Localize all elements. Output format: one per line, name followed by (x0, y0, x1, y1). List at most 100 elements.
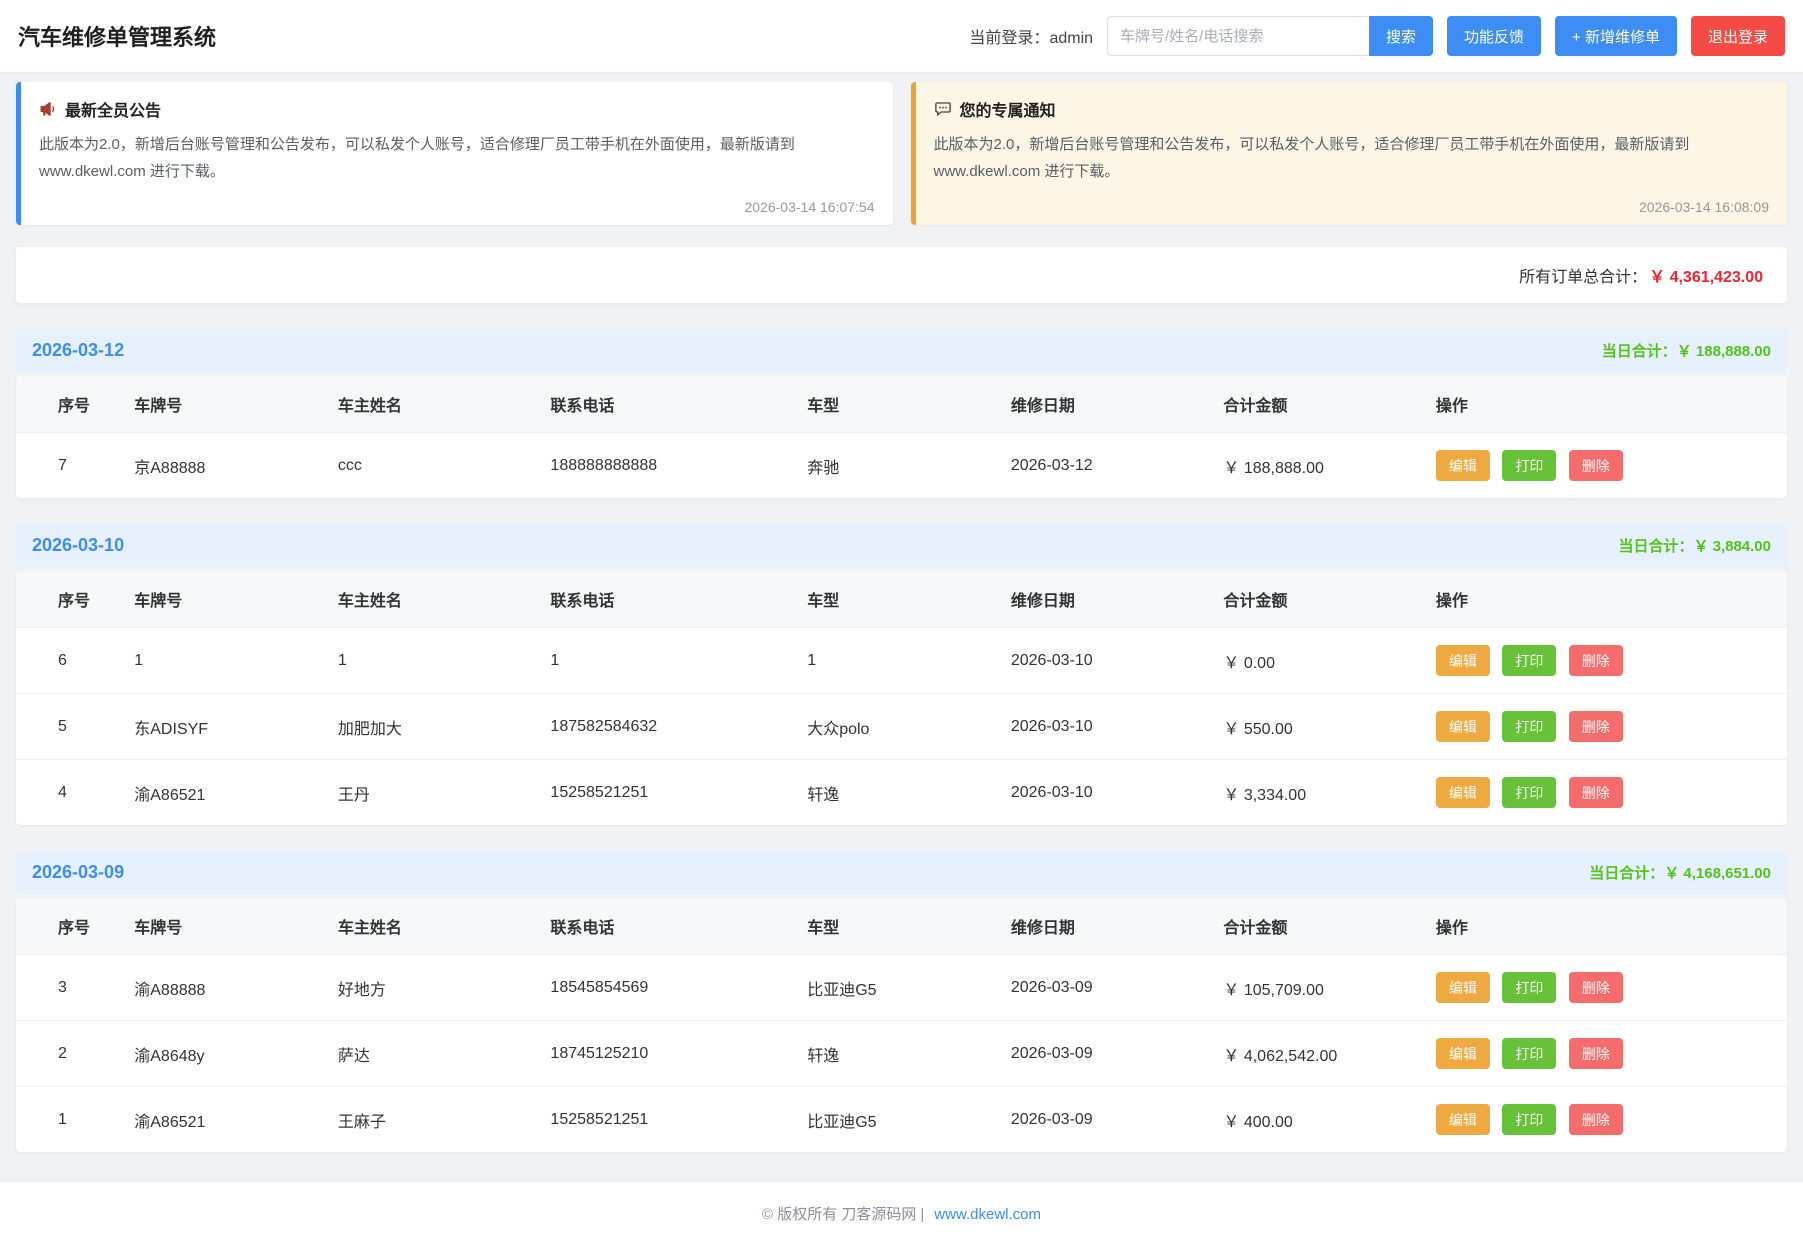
table-body: 3 渝A88888 好地方 18545854569 比亚迪G5 2026-03-… (16, 955, 1787, 1153)
orders-table-card: 序号车牌号车主姓名联系电话车型维修日期合计金额操作 3 渝A88888 好地方 … (16, 898, 1787, 1152)
print-button[interactable]: 打印 (1502, 711, 1556, 742)
column-header: 车牌号 (122, 898, 326, 955)
cell-actions: 编辑 打印 删除 (1424, 1087, 1787, 1153)
column-header: 车牌号 (122, 571, 326, 628)
public-announcement-card: 最新全员公告 此版本为2.0，新增后台账号管理和公告发布，可以私发个人账号，适合… (16, 82, 893, 225)
cell-owner: 1 (326, 628, 539, 694)
cell-amount: ￥ 188,888.00 (1211, 433, 1424, 499)
logout-button[interactable]: 退出登录 (1691, 16, 1785, 56)
edit-button[interactable]: 编辑 (1436, 1038, 1490, 1069)
print-button[interactable]: 打印 (1502, 1038, 1556, 1069)
edit-button[interactable]: 编辑 (1436, 972, 1490, 1003)
feedback-button[interactable]: 功能反馈 (1447, 16, 1541, 56)
cell-owner: 好地方 (326, 955, 539, 1021)
search-group: 搜索 (1107, 16, 1433, 56)
login-username: admin (1049, 30, 1093, 47)
cell-owner: 王麻子 (326, 1087, 539, 1153)
megaphone-icon (39, 100, 57, 118)
cell-model: 1 (795, 628, 999, 694)
delete-button[interactable]: 删除 (1569, 450, 1623, 481)
cell-owner: 王丹 (326, 760, 539, 826)
cell-actions: 编辑 打印 删除 (1424, 433, 1787, 499)
footer-separator: | (920, 1206, 924, 1223)
delete-button[interactable]: 删除 (1569, 645, 1623, 676)
delete-button[interactable]: 删除 (1569, 1038, 1623, 1069)
column-header: 序号 (16, 571, 122, 628)
cell-plate: 渝A8648y (122, 1021, 326, 1087)
column-header: 联系电话 (538, 571, 795, 628)
cell-seq: 7 (16, 433, 122, 499)
private-notice-body: 此版本为2.0，新增后台账号管理和公告发布，可以私发个人账号，适合修理厂员工带手… (934, 131, 1770, 185)
orders-table: 序号车牌号车主姓名联系电话车型维修日期合计金额操作 7 京A88888 ccc … (16, 376, 1787, 498)
print-button[interactable]: 打印 (1502, 450, 1556, 481)
cell-actions: 编辑 打印 删除 (1424, 694, 1787, 760)
cell-phone: 18545854569 (538, 955, 795, 1021)
edit-button[interactable]: 编辑 (1436, 645, 1490, 676)
cell-model: 轩逸 (795, 1021, 999, 1087)
edit-button[interactable]: 编辑 (1436, 1104, 1490, 1135)
table-header-row: 序号车牌号车主姓名联系电话车型维修日期合计金额操作 (16, 376, 1787, 433)
footer-link[interactable]: www.dkewl.com (934, 1206, 1041, 1223)
print-button[interactable]: 打印 (1502, 1104, 1556, 1135)
order-row: 1 渝A86521 王麻子 15258521251 比亚迪G5 2026-03-… (16, 1087, 1787, 1153)
login-info: 当前登录：admin (969, 24, 1093, 48)
cell-actions: 编辑 打印 删除 (1424, 628, 1787, 694)
cell-amount: ￥ 0.00 (1211, 628, 1424, 694)
cell-model: 比亚迪G5 (795, 955, 999, 1021)
column-header: 操作 (1424, 376, 1787, 433)
delete-button[interactable]: 删除 (1569, 777, 1623, 808)
column-header: 序号 (16, 898, 122, 955)
cell-actions: 编辑 打印 删除 (1424, 760, 1787, 826)
cell-date: 2026-03-09 (999, 1021, 1212, 1087)
cell-model: 奔驰 (795, 433, 999, 499)
cell-plate: 渝A86521 (122, 760, 326, 826)
cell-seq: 2 (16, 1021, 122, 1087)
edit-button[interactable]: 编辑 (1436, 777, 1490, 808)
column-header: 操作 (1424, 898, 1787, 955)
column-header: 合计金额 (1211, 898, 1424, 955)
cell-model: 轩逸 (795, 760, 999, 826)
cell-date: 2026-03-10 (999, 628, 1212, 694)
order-group: 2026-03-12 当日合计：￥ 188,888.00 序号车牌号车主姓名联系… (16, 329, 1787, 498)
orders-table-card: 序号车牌号车主姓名联系电话车型维修日期合计金额操作 7 京A88888 ccc … (16, 376, 1787, 498)
public-announcement-title: 最新全员公告 (65, 97, 161, 121)
print-button[interactable]: 打印 (1502, 972, 1556, 1003)
cell-seq: 4 (16, 760, 122, 826)
search-input[interactable] (1107, 16, 1369, 56)
cell-amount: ￥ 550.00 (1211, 694, 1424, 760)
private-notice-title-row: 您的专属通知 (934, 97, 1770, 121)
group-date-bar: 2026-03-09 当日合计：￥ 4,168,651.00 (16, 851, 1787, 894)
cell-date: 2026-03-09 (999, 955, 1212, 1021)
table-body: 7 京A88888 ccc 188888888888 奔驰 2026-03-12… (16, 433, 1787, 499)
column-header: 车型 (795, 376, 999, 433)
column-header: 维修日期 (999, 376, 1212, 433)
private-notice-time: 2026-03-14 16:08:09 (934, 199, 1770, 215)
order-row: 5 东ADISYF 加肥加大 187582584632 大众polo 2026-… (16, 694, 1787, 760)
orders-table: 序号车牌号车主姓名联系电话车型维修日期合计金额操作 6 1 1 1 1 2026… (16, 571, 1787, 825)
topbar-controls: 当前登录：admin 搜索 功能反馈 + 新增维修单 退出登录 (969, 16, 1785, 56)
edit-button[interactable]: 编辑 (1436, 450, 1490, 481)
cell-phone: 15258521251 (538, 1087, 795, 1153)
column-header: 操作 (1424, 571, 1787, 628)
group-date: 2026-03-12 (32, 340, 124, 361)
column-header: 维修日期 (999, 898, 1212, 955)
delete-button[interactable]: 删除 (1569, 711, 1623, 742)
add-repair-order-button[interactable]: + 新增维修单 (1555, 16, 1677, 56)
delete-button[interactable]: 删除 (1569, 1104, 1623, 1135)
search-button[interactable]: 搜索 (1369, 16, 1433, 56)
cell-plate: 1 (122, 628, 326, 694)
print-button[interactable]: 打印 (1502, 645, 1556, 676)
edit-button[interactable]: 编辑 (1436, 711, 1490, 742)
cell-phone: 1 (538, 628, 795, 694)
print-button[interactable]: 打印 (1502, 777, 1556, 808)
cell-seq: 1 (16, 1087, 122, 1153)
order-groups: 2026-03-12 当日合计：￥ 188,888.00 序号车牌号车主姓名联系… (0, 329, 1803, 1152)
table-body: 6 1 1 1 1 2026-03-10 ￥ 0.00 编辑 打印 删除 5 东… (16, 628, 1787, 826)
topbar: 汽车维修单管理系统 当前登录：admin 搜索 功能反馈 + 新增维修单 退出登… (0, 0, 1803, 72)
cell-plate: 东ADISYF (122, 694, 326, 760)
public-announcement-time: 2026-03-14 16:07:54 (39, 199, 875, 215)
orders-grand-total-bar: 所有订单总合计：￥ 4,361,423.00 (16, 247, 1787, 303)
delete-button[interactable]: 删除 (1569, 972, 1623, 1003)
order-row: 7 京A88888 ccc 188888888888 奔驰 2026-03-12… (16, 433, 1787, 499)
cell-model: 大众polo (795, 694, 999, 760)
